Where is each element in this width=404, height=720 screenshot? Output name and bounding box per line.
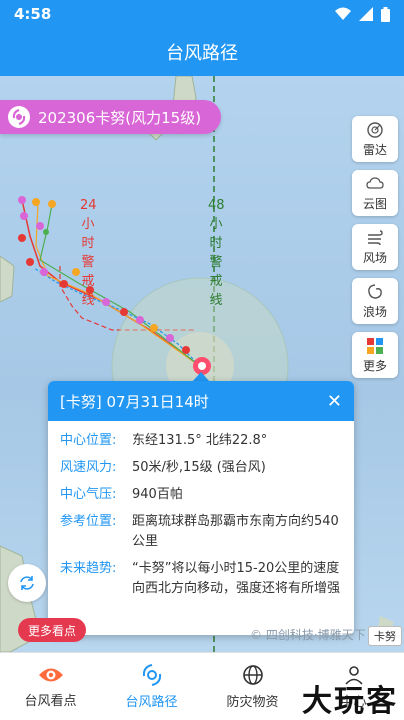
info-key: 风速风力: (60, 460, 117, 475)
nav-label: 台风路径 (125, 695, 178, 710)
brand-watermark: 大玩客 (302, 684, 398, 719)
typhoon-label: 202306卡努(风力15级) (38, 108, 202, 127)
tool-wave-label: 浪场 (362, 304, 387, 319)
more-points-button[interactable]: 更多看点 (18, 618, 87, 642)
close-icon[interactable]: ✕ (327, 391, 342, 412)
nav-disaster-supplies[interactable]: 防灾物资 (202, 653, 303, 720)
tool-wave[interactable]: 浪场 (352, 278, 398, 324)
wind-icon (368, 229, 383, 245)
wifi-icon (335, 7, 351, 20)
info-key: 参考位置: (60, 514, 117, 529)
info-key: 未来趋势: (60, 561, 117, 576)
tool-wind-label: 风场 (362, 250, 387, 265)
tool-radar-label: 雷达 (362, 142, 387, 157)
tool-cloud-label: 云图 (362, 196, 387, 211)
info-value: 940百帕 (132, 487, 183, 502)
nav-typhoon-highlights[interactable]: 台风看点 (0, 653, 101, 720)
nav-label: 台风看点 (24, 694, 77, 709)
battery-icon (381, 6, 390, 22)
more-icon (367, 337, 383, 354)
info-row-wind: 风速风力: 50米/秒,15级 (强台风) (60, 458, 342, 478)
tool-cloud[interactable]: 云图 (352, 170, 398, 216)
globe-icon (242, 665, 263, 685)
refresh-button[interactable] (8, 564, 46, 602)
typhoon-selector[interactable]: 202306卡努(风力15级) (0, 100, 222, 134)
signal-icon (359, 7, 373, 21)
warning-48-label: 48小时警戒线 (208, 198, 225, 308)
status-icons (335, 6, 390, 22)
info-value: 东经131.5° 北纬22.8° (132, 433, 268, 448)
popup-title: [卡努] 07月31日14时 (60, 392, 209, 411)
status-time: 4:58 (14, 5, 52, 23)
nav-typhoon-path[interactable]: 台风路径 (101, 653, 202, 720)
radar-icon (367, 121, 383, 138)
info-value: “卡努”将以每小时15-20公里的速度向西北方向移动，强度还将有所增强 (132, 561, 341, 596)
info-key: 中心位置: (60, 433, 117, 448)
map-tools: 雷达 云图 风场 浪场 更多 (352, 116, 398, 378)
land-mainland (0, 255, 15, 303)
map-watermark: © 四创科技·博雅天下 (250, 628, 366, 642)
typhoon-info-popup: [卡努] 07月31日14时 ✕ 中心位置: 东经131.5° 北纬22.8° 风… (48, 381, 354, 635)
app-bar: 台风路径 (0, 28, 404, 76)
nav-label: 防灾物资 (226, 695, 279, 710)
tool-more-label: 更多 (362, 358, 387, 373)
eye-icon (38, 668, 63, 682)
wave-icon (368, 283, 382, 299)
info-row-position: 中心位置: 东经131.5° 北纬22.8° (60, 431, 342, 451)
info-row-reference: 参考位置: 距离琉球群岛那霸市东南方向约540公里 (60, 512, 342, 552)
popup-body: 中心位置: 东经131.5° 北纬22.8° 风速风力: 50米/秒,15级 (强台… (48, 421, 354, 616)
map-marker-label: 卡努 (368, 626, 402, 646)
popup-header: [卡努] 07月31日14时 ✕ (48, 381, 354, 421)
info-value: 50米/秒,15级 (强台风) (132, 460, 266, 475)
cloud-icon (366, 176, 384, 189)
info-row-pressure: 中心气压: 940百帕 (60, 485, 342, 505)
typhoon-icon (142, 664, 161, 686)
tool-more[interactable]: 更多 (352, 332, 398, 378)
info-row-trend: 未来趋势: “卡努”将以每小时15-20公里的速度向西北方向移动，强度还将有所增强 (60, 559, 342, 599)
refresh-icon (20, 576, 34, 590)
typhoon-icon (8, 106, 30, 128)
info-key: 中心气压: (60, 487, 117, 502)
page-title: 台风路径 (166, 43, 238, 64)
warning-24-label: 24小时警戒线 (80, 198, 97, 308)
status-bar: 4:58 (0, 0, 404, 28)
tool-radar[interactable]: 雷达 (352, 116, 398, 162)
tool-wind[interactable]: 风场 (352, 224, 398, 270)
info-value: 距离琉球群岛那霸市东南方向约540公里 (132, 514, 339, 549)
